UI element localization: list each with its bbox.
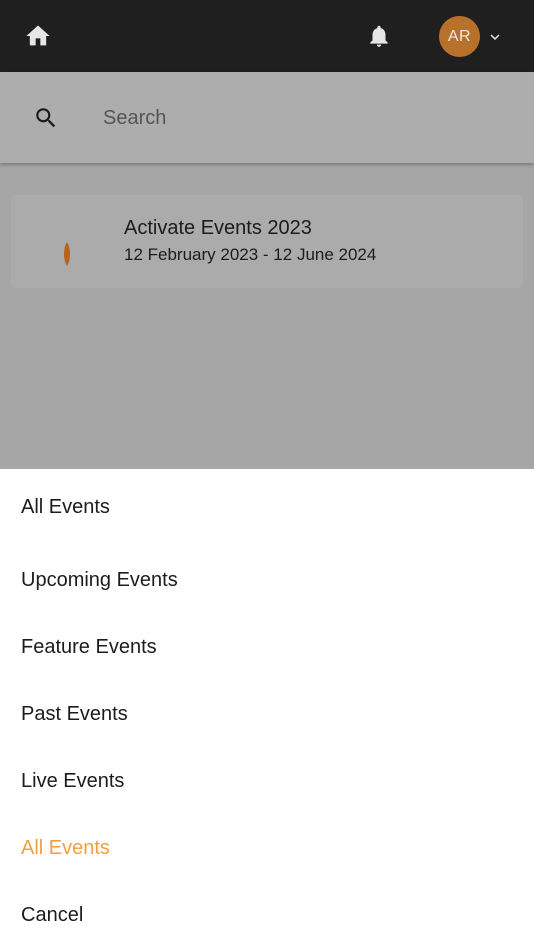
search-input[interactable] [103, 102, 503, 134]
option-upcoming-events[interactable]: Upcoming Events [21, 569, 178, 592]
cancel-button[interactable]: Cancel [21, 904, 83, 927]
option-past-events[interactable]: Past Events [21, 703, 128, 726]
search-bar [0, 72, 534, 163]
event-card[interactable]: Activate Events 2023 12 February 2023 - … [11, 195, 523, 288]
event-title: Activate Events 2023 [124, 217, 312, 239]
home-icon[interactable] [24, 22, 52, 50]
avatar[interactable]: AR [439, 16, 480, 57]
filter-bottom-sheet: All Events Upcoming Events Feature Event… [0, 469, 534, 950]
event-dates: 12 February 2023 - 12 June 2024 [124, 245, 377, 264]
bell-icon[interactable] [366, 22, 392, 50]
search-icon [36, 108, 56, 128]
sheet-title: All Events [21, 496, 110, 518]
option-all-events[interactable]: All Events [21, 837, 110, 860]
top-app-bar: AR [0, 0, 534, 72]
chevron-down-icon[interactable] [486, 28, 504, 46]
option-live-events[interactable]: Live Events [21, 770, 124, 793]
option-feature-events[interactable]: Feature Events [21, 636, 157, 659]
event-logo-icon [64, 242, 70, 266]
